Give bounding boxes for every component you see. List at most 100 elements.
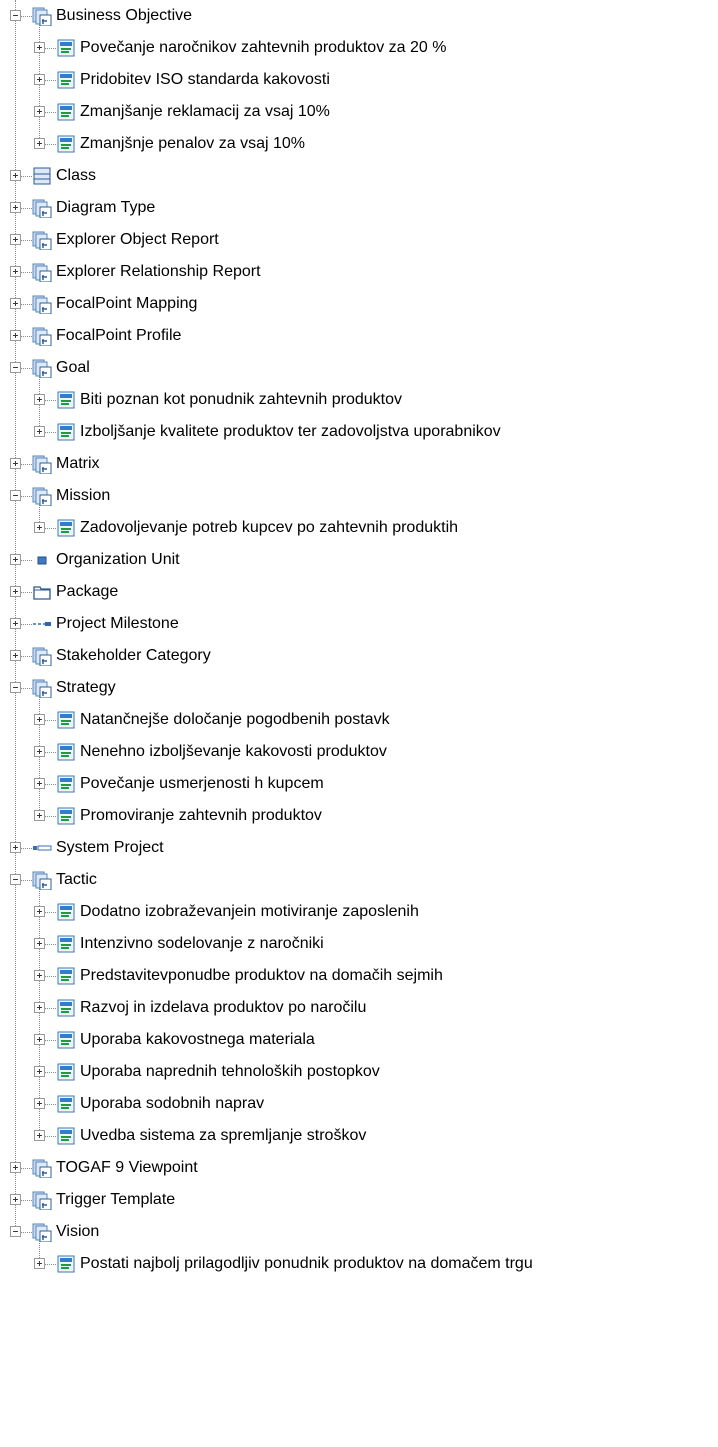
tree-node-category[interactable]: Trigger Template xyxy=(0,1184,718,1216)
tree-node-category[interactable]: FocalPoint Profile xyxy=(0,320,718,352)
tree-node-item[interactable]: Izboljšanje kvalitete produktov ter zado… xyxy=(0,416,718,448)
tree-node-label: Dodatno izobraževanjein motiviranje zapo… xyxy=(80,903,419,920)
expand-toggle-icon[interactable] xyxy=(34,938,45,949)
tree-node-item[interactable]: Uporaba kakovostnega materiala xyxy=(0,1024,718,1056)
tree-connector-line xyxy=(44,1072,56,1073)
object-instance-icon xyxy=(56,70,76,90)
expand-toggle-icon[interactable] xyxy=(34,810,45,821)
expand-toggle-icon[interactable] xyxy=(10,618,21,629)
expand-toggle-icon[interactable] xyxy=(10,1194,21,1205)
collapse-toggle-icon[interactable] xyxy=(10,490,21,501)
tree-node-category[interactable]: Organization Unit xyxy=(0,544,718,576)
explorer-tree: Business Objective Povečanje naročnikov z… xyxy=(0,0,718,1447)
tree-connector-line xyxy=(44,1104,56,1105)
tree-node-item[interactable]: Promoviranje zahtevnih produktov xyxy=(0,800,718,832)
expand-toggle-icon[interactable] xyxy=(34,74,45,85)
tree-node-category[interactable]: FocalPoint Mapping xyxy=(0,288,718,320)
expand-toggle-icon[interactable] xyxy=(34,906,45,917)
object-instance-icon xyxy=(56,774,76,794)
expand-toggle-icon[interactable] xyxy=(10,170,21,181)
expand-toggle-icon[interactable] xyxy=(10,554,21,565)
tree-node-category[interactable]: System Project xyxy=(0,832,718,864)
tree-node-item[interactable]: Predstavitevponudbe produktov na domačih… xyxy=(0,960,718,992)
tree-node-label: Povečanje usmerjenosti h kupcem xyxy=(80,775,324,792)
tree-node-item[interactable]: Uporaba sodobnih naprav xyxy=(0,1088,718,1120)
tree-node-category[interactable]: TOGAF 9 Viewpoint xyxy=(0,1152,718,1184)
tree-node-item[interactable]: Uvedba sistema za spremljanje stroškov xyxy=(0,1120,718,1152)
tree-node-category[interactable]: Matrix xyxy=(0,448,718,480)
expand-toggle-icon[interactable] xyxy=(34,1066,45,1077)
tree-node-item[interactable]: Dodatno izobraževanjein motiviranje zapo… xyxy=(0,896,718,928)
tree-connector-line xyxy=(20,496,32,497)
collapse-toggle-icon[interactable] xyxy=(10,1226,21,1237)
tree-node-category[interactable]: Stakeholder Category xyxy=(0,640,718,672)
expand-toggle-icon[interactable] xyxy=(10,842,21,853)
expand-toggle-icon[interactable] xyxy=(10,234,21,245)
expand-toggle-icon[interactable] xyxy=(34,394,45,405)
object-instance-icon xyxy=(56,38,76,58)
collapse-toggle-icon[interactable] xyxy=(10,362,21,373)
expand-toggle-icon[interactable] xyxy=(10,1162,21,1173)
tree-node-category[interactable]: Business Objective xyxy=(0,0,718,32)
expand-toggle-icon[interactable] xyxy=(34,106,45,117)
tree-node-item[interactable]: Zadovoljevanje potreb kupcev po zahtevni… xyxy=(0,512,718,544)
tree-node-item[interactable]: Povečanje naročnikov zahtevnih produktov… xyxy=(0,32,718,64)
expand-toggle-icon[interactable] xyxy=(34,778,45,789)
tree-node-category[interactable]: Strategy xyxy=(0,672,718,704)
expand-toggle-icon[interactable] xyxy=(34,1002,45,1013)
expand-toggle-icon[interactable] xyxy=(10,266,21,277)
tree-node-label: Razvoj in izdelava produktov po naročilu xyxy=(80,999,367,1016)
tree-node-category[interactable]: Explorer Relationship Report xyxy=(0,256,718,288)
tree-node-category[interactable]: Diagram Type xyxy=(0,192,718,224)
collapse-toggle-icon[interactable] xyxy=(10,682,21,693)
expand-toggle-icon[interactable] xyxy=(34,1130,45,1141)
collapse-toggle-icon[interactable] xyxy=(10,874,21,885)
tree-node-label: Explorer Relationship Report xyxy=(56,263,261,280)
tree-node-category[interactable]: Project Milestone xyxy=(0,608,718,640)
tree-node-item[interactable]: Nenehno izboljševanje kakovosti produkto… xyxy=(0,736,718,768)
expand-toggle-icon[interactable] xyxy=(10,458,21,469)
tree-connector-line xyxy=(44,432,56,433)
expand-toggle-icon[interactable] xyxy=(34,1258,45,1269)
expand-toggle-icon[interactable] xyxy=(10,330,21,341)
tree-node-item[interactable]: Uporaba naprednih tehnoloških postopkov xyxy=(0,1056,718,1088)
tree-node-item[interactable]: Pridobitev ISO standarda kakovosti xyxy=(0,64,718,96)
tree-node-category[interactable]: Mission xyxy=(0,480,718,512)
tree-node-category[interactable]: Goal xyxy=(0,352,718,384)
tree-node-category[interactable]: Tactic xyxy=(0,864,718,896)
tree-node-item[interactable]: Povečanje usmerjenosti h kupcem xyxy=(0,768,718,800)
tree-node-category[interactable]: Package xyxy=(0,576,718,608)
expand-toggle-icon[interactable] xyxy=(34,522,45,533)
tree-connector-line xyxy=(44,1136,56,1137)
expand-toggle-icon[interactable] xyxy=(34,138,45,149)
folder-document-icon xyxy=(32,326,52,347)
tree-node-item[interactable]: Natančnejše določanje pogodbenih postavk xyxy=(0,704,718,736)
expand-toggle-icon[interactable] xyxy=(10,586,21,597)
tree-connector-line xyxy=(44,720,56,721)
tree-node-item[interactable]: Razvoj in izdelava produktov po naročilu xyxy=(0,992,718,1024)
expand-toggle-icon[interactable] xyxy=(10,202,21,213)
tree-connector-line xyxy=(44,400,56,401)
tree-node-item[interactable]: Postati najbolj prilagodljiv ponudnik pr… xyxy=(0,1248,718,1280)
tree-node-category[interactable]: Class xyxy=(0,160,718,192)
tree-node-item[interactable]: Biti poznan kot ponudnik zahtevnih produ… xyxy=(0,384,718,416)
expand-toggle-icon[interactable] xyxy=(34,42,45,53)
tree-node-item[interactable]: Intenzivno sodelovanje z naročniki xyxy=(0,928,718,960)
tree-node-item[interactable]: Zmanjšnje penalov za vsaj 10% xyxy=(0,128,718,160)
expand-toggle-icon[interactable] xyxy=(34,1098,45,1109)
tree-connector-line xyxy=(20,176,32,177)
tree-node-item[interactable]: Zmanjšanje reklamacij za vsaj 10% xyxy=(0,96,718,128)
tree-connector-line xyxy=(20,208,32,209)
expand-toggle-icon[interactable] xyxy=(34,714,45,725)
tree-node-category[interactable]: Vision xyxy=(0,1216,718,1248)
object-instance-icon xyxy=(56,902,76,922)
expand-toggle-icon[interactable] xyxy=(34,746,45,757)
collapse-toggle-icon[interactable] xyxy=(10,10,21,21)
expand-toggle-icon[interactable] xyxy=(10,650,21,661)
expand-toggle-icon[interactable] xyxy=(34,970,45,981)
tree-connector-line xyxy=(20,560,32,561)
tree-node-category[interactable]: Explorer Object Report xyxy=(0,224,718,256)
expand-toggle-icon[interactable] xyxy=(34,426,45,437)
expand-toggle-icon[interactable] xyxy=(34,1034,45,1045)
expand-toggle-icon[interactable] xyxy=(10,298,21,309)
